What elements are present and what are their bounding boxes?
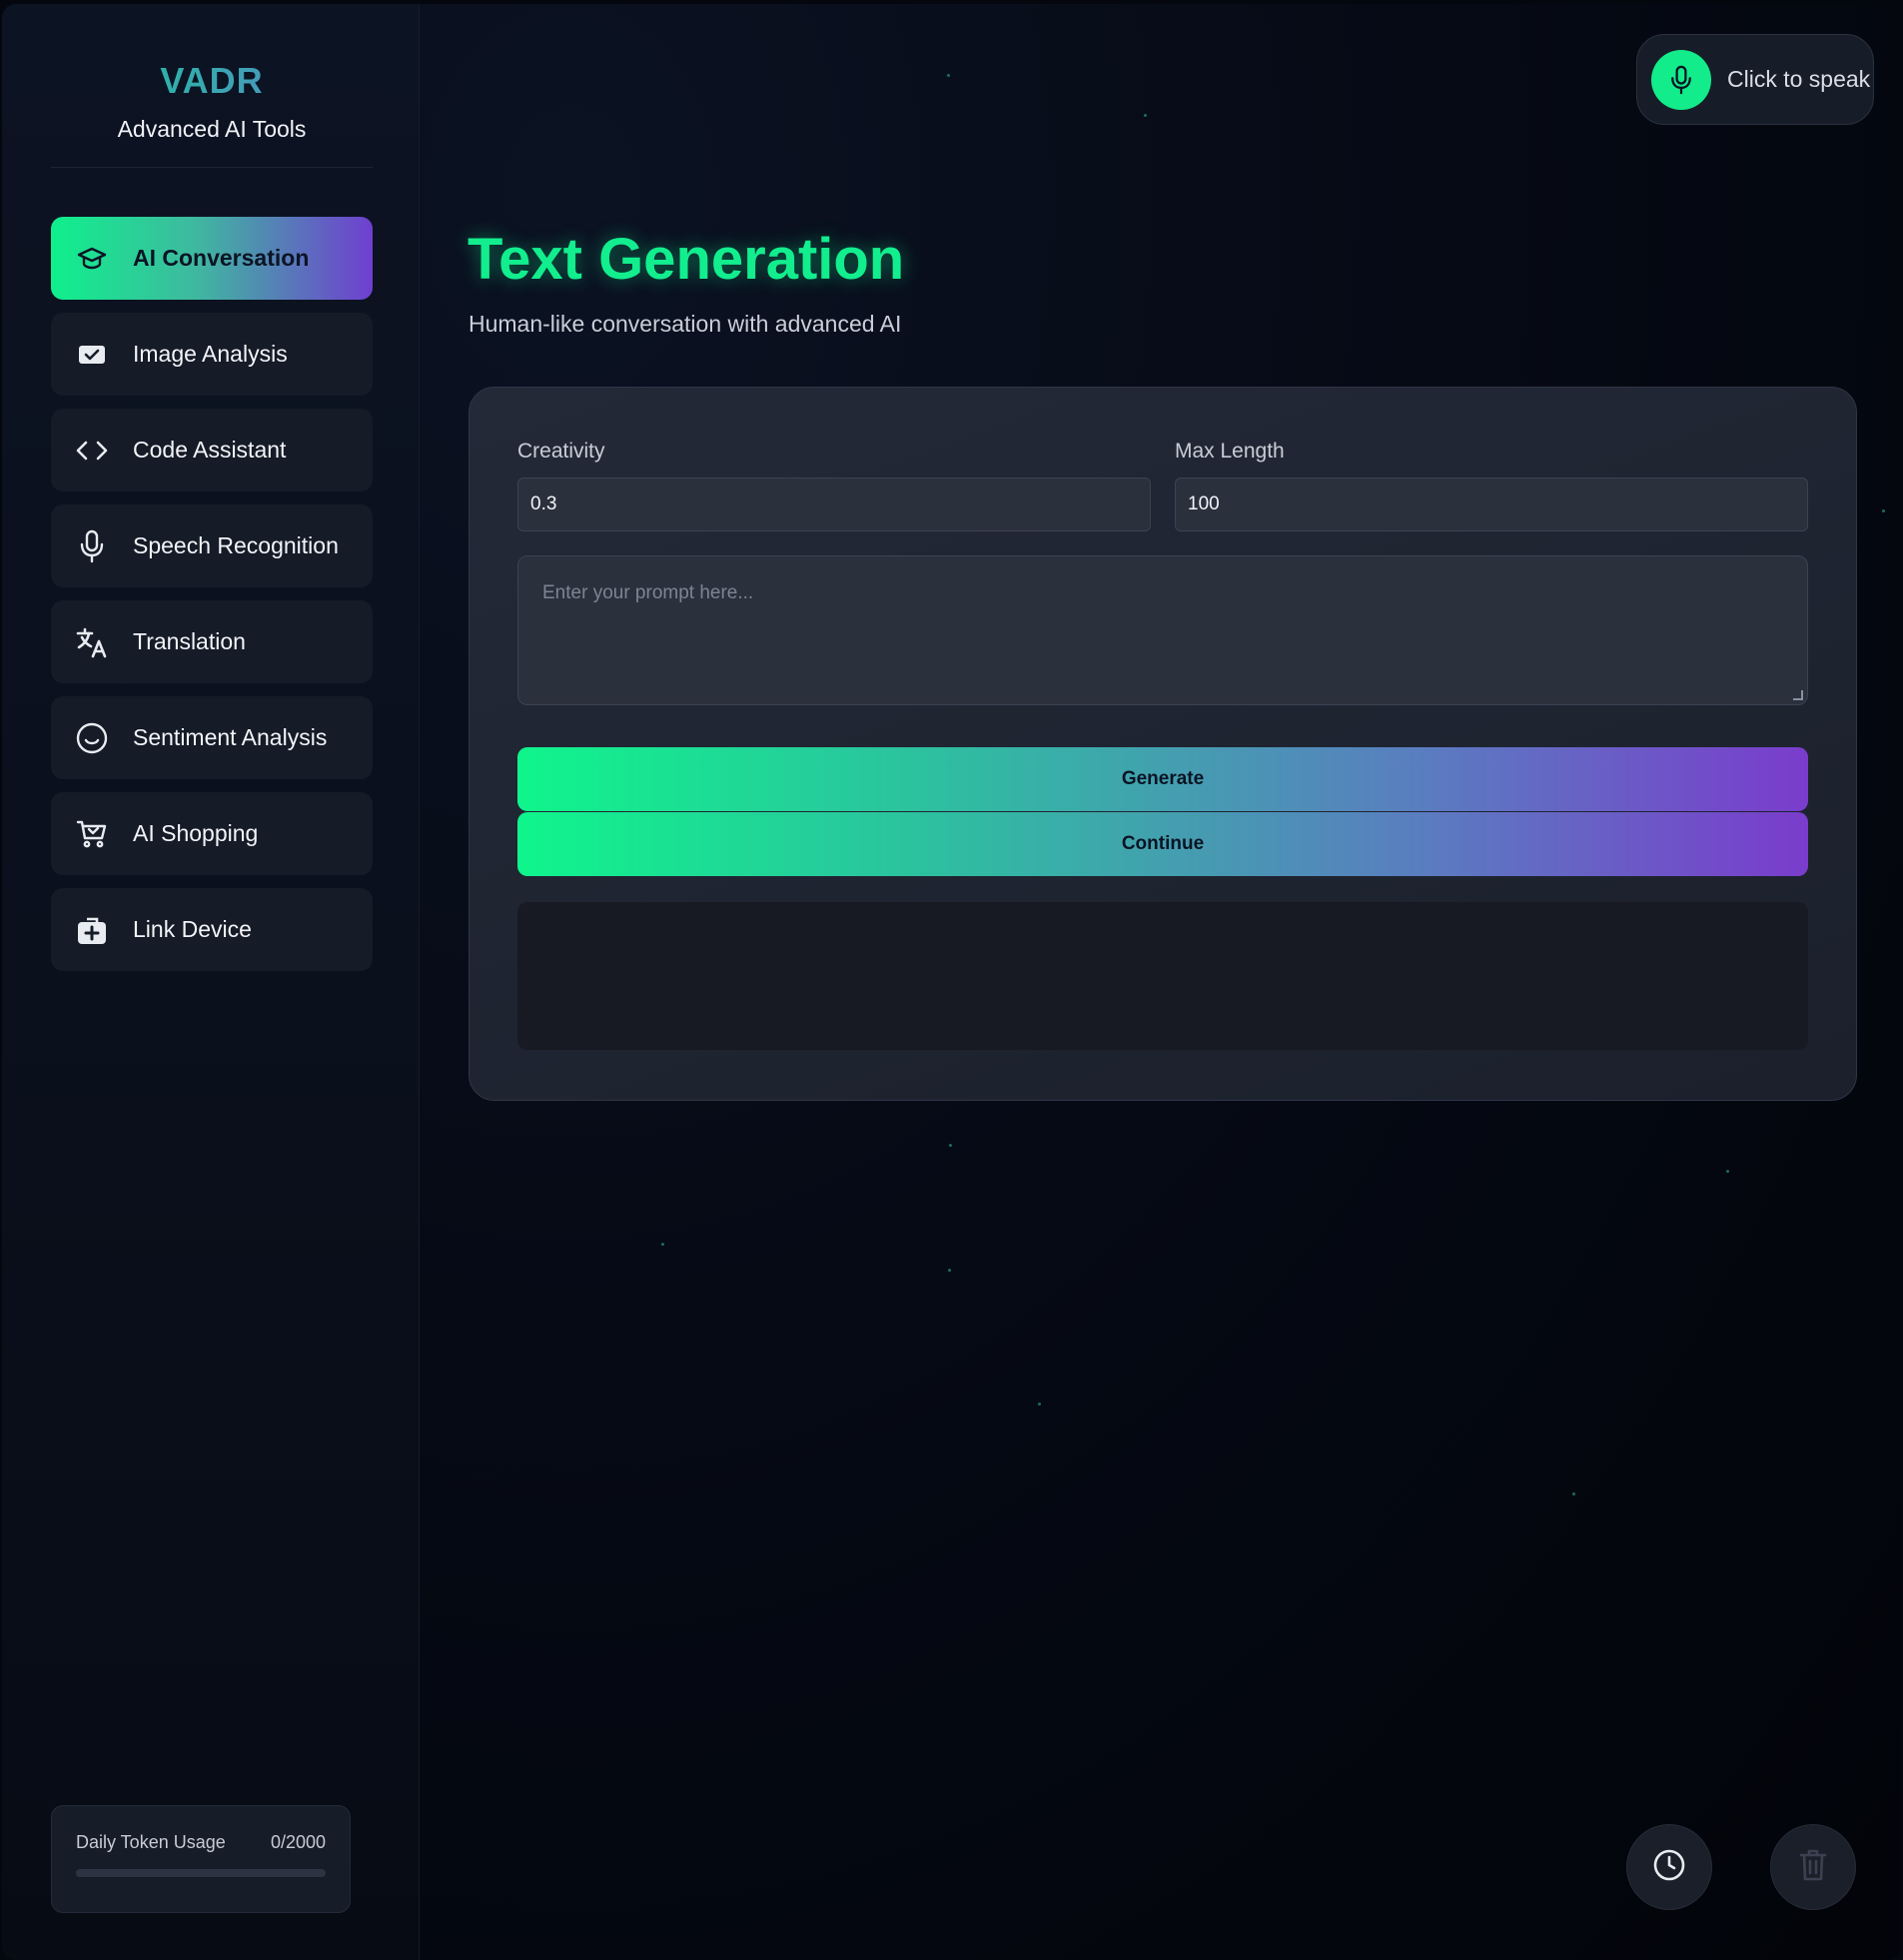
- sidebar-nav: AI Conversation Image Analysis Code Assi…: [51, 217, 373, 984]
- particle-dot: [1038, 1403, 1041, 1406]
- click-to-speak-label: Click to speak: [1727, 66, 1871, 92]
- microphone-icon: [75, 529, 109, 563]
- sidebar-item-label: Link Device: [133, 916, 252, 942]
- image-check-icon: [75, 338, 109, 372]
- sidebar-item-label: Code Assistant: [133, 437, 287, 463]
- smile-icon: [75, 721, 109, 755]
- output-area: [517, 902, 1808, 1050]
- particle-dot: [1572, 1492, 1575, 1495]
- max-length-label: Max Length: [1175, 440, 1285, 463]
- history-button[interactable]: [1626, 1824, 1712, 1910]
- token-usage-label: Daily Token Usage: [76, 1832, 226, 1852]
- sidebar-item-speech-recognition[interactable]: Speech Recognition: [51, 504, 373, 587]
- sidebar-item-sentiment-analysis[interactable]: Sentiment Analysis: [51, 696, 373, 779]
- sidebar-item-label: Sentiment Analysis: [133, 724, 328, 750]
- sidebar-item-label: AI Shopping: [133, 820, 259, 846]
- page-title: Text Generation: [468, 227, 905, 292]
- graduation-cap-icon: [75, 242, 109, 276]
- delete-button[interactable]: [1770, 1824, 1856, 1910]
- sidebar-item-label: Speech Recognition: [133, 532, 339, 558]
- sidebar-item-link-device[interactable]: Link Device: [51, 888, 373, 971]
- sidebar-item-label: Image Analysis: [133, 341, 288, 367]
- shopping-cart-icon: [75, 817, 109, 851]
- creativity-label: Creativity: [517, 440, 605, 463]
- click-to-speak-button[interactable]: Click to speak: [1636, 34, 1874, 125]
- creativity-input[interactable]: 0.3: [517, 478, 1151, 531]
- max-length-input[interactable]: 100: [1175, 478, 1808, 531]
- microphone-icon: [1651, 49, 1711, 110]
- particle-dot: [1144, 114, 1147, 117]
- brand-subtitle: Advanced AI Tools: [117, 116, 307, 142]
- device-plus-icon: [75, 913, 109, 947]
- token-usage-bar: [76, 1869, 326, 1877]
- prompt-textarea[interactable]: Enter your prompt here...: [517, 555, 1808, 705]
- page-subtitle: Human-like conversation with advanced AI: [469, 311, 902, 337]
- particle-dot: [661, 1243, 664, 1246]
- app-window: VADR Advanced AI Tools AI Conversation I…: [2, 4, 1901, 1960]
- code-brackets-icon: [75, 434, 109, 468]
- particle-dot: [948, 1269, 951, 1272]
- brand: VADR Advanced AI Tools: [51, 60, 373, 143]
- sidebar-item-image-analysis[interactable]: Image Analysis: [51, 313, 373, 396]
- sidebar-item-code-assistant[interactable]: Code Assistant: [51, 409, 373, 491]
- sidebar-item-ai-shopping[interactable]: AI Shopping: [51, 792, 373, 875]
- brand-title: VADR: [51, 60, 373, 102]
- text-generation-panel: Creativity 0.3 Max Length 100 Enter your…: [469, 387, 1857, 1101]
- sidebar-item-label: Translation: [133, 628, 246, 654]
- resize-handle[interactable]: [1793, 690, 1803, 700]
- sidebar-item-label: AI Conversation: [133, 245, 310, 271]
- sidebar-item-translation[interactable]: Translation: [51, 600, 373, 683]
- sidebar-item-ai-conversation[interactable]: AI Conversation: [51, 217, 373, 300]
- sidebar: VADR Advanced AI Tools AI Conversation I…: [2, 4, 420, 1960]
- particle-dot: [1726, 1170, 1729, 1173]
- token-usage-value: 0/2000: [270, 1832, 326, 1852]
- particle-dot: [947, 74, 950, 77]
- generate-button[interactable]: Generate: [517, 747, 1808, 811]
- sidebar-divider: [51, 167, 373, 168]
- token-usage-card: Daily Token Usage 0/2000: [51, 1805, 351, 1913]
- continue-button[interactable]: Continue: [517, 812, 1808, 876]
- translate-icon: [75, 625, 109, 659]
- trash-icon: [1797, 1847, 1829, 1888]
- clock-icon: [1651, 1847, 1687, 1888]
- particle-dot: [1882, 509, 1885, 512]
- particle-dot: [949, 1144, 952, 1147]
- prompt-placeholder: Enter your prompt here...: [542, 582, 754, 603]
